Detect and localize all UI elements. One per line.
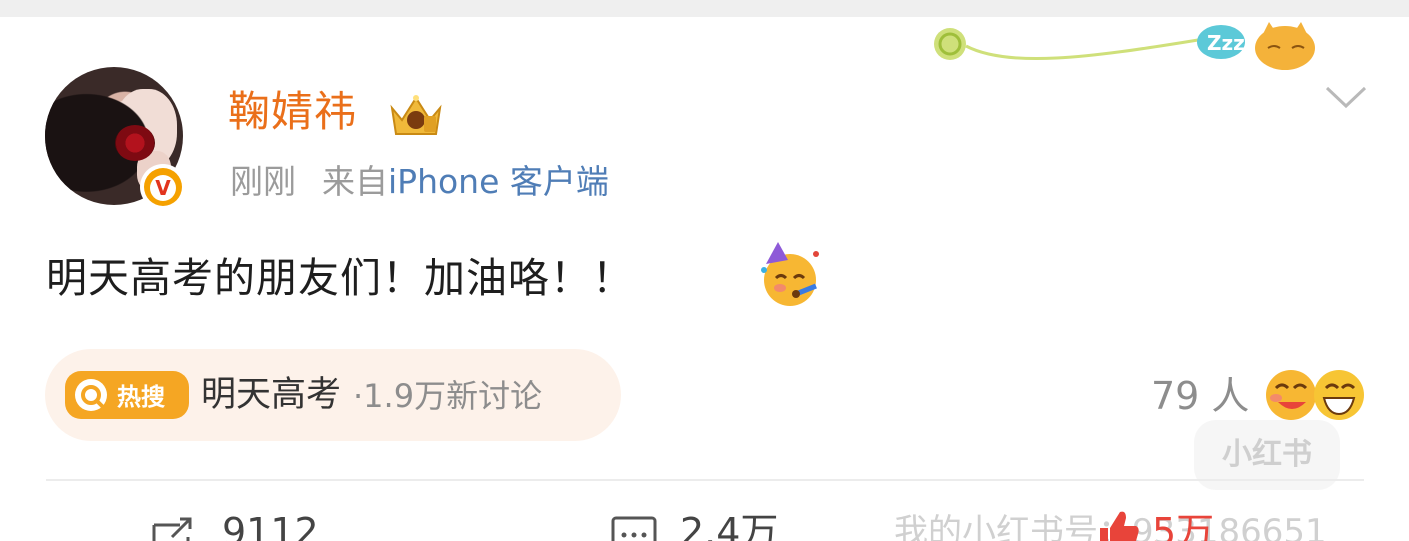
post-meta: 刚刚 来自iPhone 客户端: [230, 160, 609, 204]
grin-face-icon: [1314, 370, 1364, 420]
like-count[interactable]: 5万: [1152, 508, 1214, 541]
divider: [46, 479, 1364, 481]
weibo-post-card: Zzz V 鞠婧祎 刚刚来自iPhone 客户端 明天高考的朋友们！加油咯！！: [0, 0, 1409, 541]
repost-icon[interactable]: [150, 515, 196, 541]
hot-search-badge-label: 热搜: [117, 383, 165, 411]
top-strip: [0, 0, 1409, 17]
kiss-face-icon: [1266, 370, 1316, 420]
like-icon[interactable]: [1094, 508, 1142, 541]
hot-search-pill[interactable]: 热搜 明天高考 ·1.9万新讨论: [45, 349, 621, 441]
username[interactable]: 鞠婧祎: [228, 86, 357, 138]
avatar-rose: [115, 125, 155, 161]
chevron-down-icon[interactable]: [1324, 84, 1368, 110]
hot-search-badge: 热搜: [65, 371, 189, 419]
repost-count[interactable]: 9112: [222, 508, 319, 541]
crown-icon[interactable]: [386, 90, 446, 138]
hot-search-topic: 明天高考: [201, 375, 342, 415]
hot-search-count: ·1.9万新讨论: [353, 377, 543, 415]
post-time: 刚刚: [230, 162, 296, 201]
reaction-count[interactable]: 79 人: [1151, 372, 1249, 420]
svg-text:Zzz: Zzz: [1207, 31, 1245, 55]
verified-v-icon: V: [140, 164, 186, 210]
comment-icon[interactable]: [610, 515, 658, 541]
card-skin-decoration: Zzz: [934, 22, 1315, 70]
party-face-icon: [761, 242, 819, 306]
source-client-link[interactable]: iPhone 客户端: [388, 162, 609, 201]
source-prefix: 来自: [322, 162, 388, 201]
post-text: 明天高考的朋友们！加油咯！！: [46, 254, 634, 302]
comment-count[interactable]: 2.4万: [680, 508, 778, 541]
